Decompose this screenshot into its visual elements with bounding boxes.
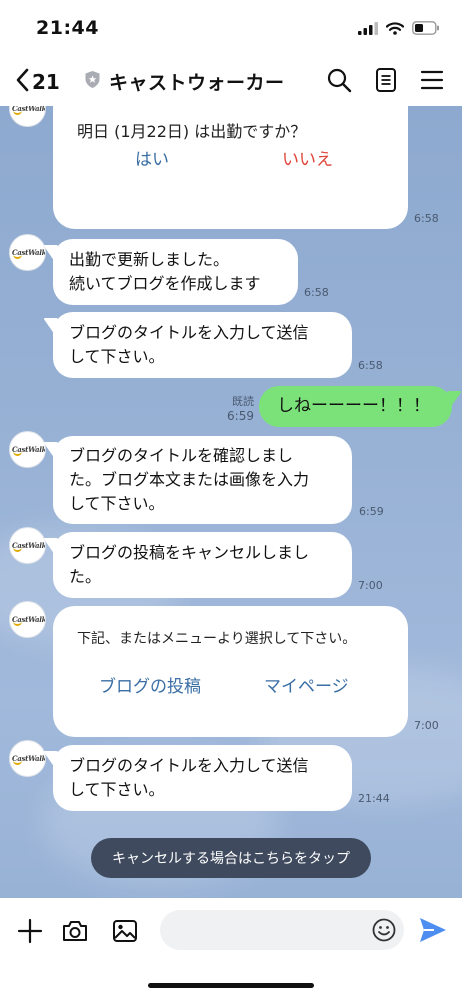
blog-post-option[interactable]: ブログの投稿	[99, 672, 201, 697]
sent-message-bubble[interactable]: しねーーーー！！！	[259, 386, 452, 427]
message-bubble[interactable]: ブログのタイトルを入力して送信 して下さい。	[53, 312, 352, 378]
read-receipt: 既読 6:59	[220, 395, 254, 423]
message-time: 7:00	[414, 719, 439, 732]
cancel-banner-text: キャンセルする場合はこちらをタップ	[112, 851, 350, 867]
confirm-card: 明日 (1月22日) は出勤ですか？ はい いいえ	[53, 106, 408, 229]
send-icon[interactable]	[418, 915, 448, 945]
avatar[interactable]: CastWalker	[9, 527, 46, 564]
message-line: た。ブログ本文または画像を入力	[69, 470, 310, 489]
signal-icon	[358, 20, 378, 39]
message-time: 6:58	[358, 359, 383, 372]
avatar[interactable]: CastWalker	[9, 601, 46, 638]
card-question: 明日 (1月22日) は出勤ですか？	[77, 122, 307, 141]
message-time: 6:59	[359, 505, 384, 518]
menu-icon[interactable]	[420, 68, 444, 96]
status-icons	[358, 20, 440, 39]
message-bubble[interactable]: ブログのタイトルを入力して送信 して下さい。	[53, 745, 352, 811]
notes-icon[interactable]	[374, 67, 398, 97]
unread-count: 21	[32, 70, 60, 94]
wifi-icon	[385, 20, 405, 39]
back-button[interactable]: 21	[14, 67, 60, 97]
message-bubble[interactable]: ブログの投稿をキャンセルしまし た。	[53, 532, 352, 598]
chat-area[interactable]: CastWalker 明日 (1月22日) は出勤ですか？ はい いいえ 6:5…	[0, 106, 462, 898]
shield-icon	[84, 70, 101, 93]
no-button[interactable]: いいえ	[282, 145, 333, 170]
status-bar: 21:44	[0, 0, 462, 58]
home-indicator	[148, 983, 314, 988]
message-input[interactable]	[160, 910, 404, 950]
chat-header: 21 キャストウォーカー	[0, 58, 462, 106]
message-time: 7:00	[358, 579, 383, 592]
card-prompt: 下記、またはメニューより選択して下さい。	[77, 631, 357, 647]
chat-title-text: キャストウォーカー	[109, 72, 285, 94]
avatar[interactable]: CastWalker	[9, 234, 46, 271]
message-line: ブログの投稿をキャンセルしまし	[69, 543, 310, 562]
message-line: ブログのタイトルを確認しまし	[69, 446, 294, 465]
search-icon[interactable]	[326, 67, 352, 97]
input-bar	[0, 898, 462, 1000]
message-line: ブログのタイトルを入力して送信	[69, 756, 309, 775]
mypage-option[interactable]: マイページ	[264, 672, 349, 697]
cancel-banner-button[interactable]: キャンセルする場合はこちらをタップ	[91, 838, 371, 878]
message-time: 6:58	[304, 286, 329, 299]
message-time: 6:58	[414, 212, 439, 225]
message-line: た。	[69, 567, 102, 586]
avatar[interactable]: CastWalker	[9, 740, 46, 777]
message-time: 6:59	[227, 409, 254, 423]
message-line: して下さい。	[69, 347, 165, 366]
avatar[interactable]: CastWalker	[9, 431, 46, 468]
options-card: 下記、またはメニューより選択して下さい。 ブログの投稿 マイページ	[53, 606, 408, 737]
avatar[interactable]: CastWalker	[9, 106, 46, 127]
message-text: しねーーーー！！！	[277, 396, 430, 416]
message-line: して下さい。	[69, 780, 165, 799]
message-line: して下さい。	[69, 494, 165, 513]
message-bubble[interactable]: ブログのタイトルを確認しまし た。ブログ本文または画像を入力 して下さい。	[53, 436, 352, 524]
plus-icon[interactable]	[15, 916, 45, 946]
message-time: 21:44	[358, 792, 390, 805]
camera-icon[interactable]	[60, 916, 90, 946]
status-time: 21:44	[36, 17, 99, 39]
header-actions	[326, 67, 444, 97]
message-line: 続いてブログを作成します	[69, 274, 261, 293]
battery-icon	[412, 20, 440, 39]
emoji-icon[interactable]	[369, 915, 399, 945]
back-chevron-icon	[14, 67, 30, 97]
message-line: 出勤で更新しました。	[69, 250, 230, 269]
yes-button[interactable]: はい	[135, 145, 169, 170]
chat-title[interactable]: キャストウォーカー	[84, 68, 285, 95]
image-icon[interactable]	[110, 916, 140, 946]
message-bubble[interactable]: 出勤で更新しました。 続いてブログを作成します	[53, 239, 298, 305]
message-line: ブログのタイトルを入力して送信	[69, 323, 309, 342]
read-label: 既読	[232, 395, 254, 408]
